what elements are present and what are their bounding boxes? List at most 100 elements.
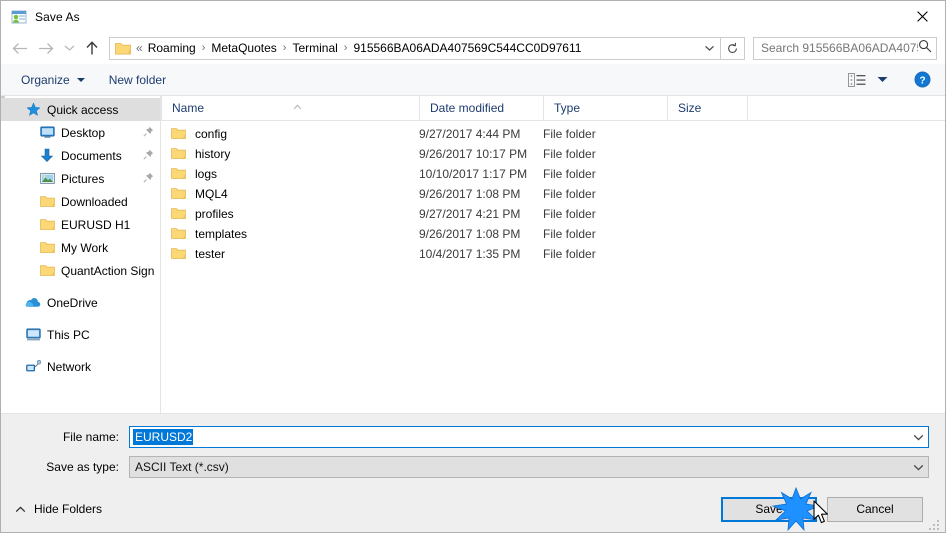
forward-button[interactable]	[33, 36, 59, 60]
file-name-cell: templates	[161, 227, 419, 241]
pin-icon[interactable]	[143, 172, 154, 186]
file-date: 10/4/2017 1:35 PM	[419, 247, 521, 261]
column-header-type[interactable]: Type	[543, 96, 667, 120]
resize-grip[interactable]	[929, 517, 941, 530]
chevron-down-icon[interactable]	[908, 464, 928, 471]
sidebar-item-label: Network	[47, 359, 92, 374]
recent-locations-button[interactable]	[59, 36, 79, 60]
sidebar-item-my-work[interactable]: My Work	[1, 236, 160, 259]
breadcrumb-separator: ›	[282, 42, 287, 54]
sidebar-item-label: EURUSD H1	[61, 217, 131, 232]
search-box[interactable]: Search 915566BA06ADA40756...	[753, 36, 937, 60]
file-name: templates	[195, 227, 248, 241]
file-date: 9/27/2017 4:44 PM	[419, 127, 521, 141]
breadcrumb-overflow[interactable]: «	[136, 41, 146, 55]
close-button[interactable]	[899, 1, 945, 31]
sidebar-item-eurusd-h1[interactable]: EURUSD H1	[1, 213, 160, 236]
file-date: 9/26/2017 1:08 PM	[419, 187, 521, 201]
chevron-down-icon[interactable]	[698, 38, 720, 59]
sidebar-item-quick-access[interactable]: Quick access	[1, 98, 160, 121]
filetype-value: ASCII Text (*.csv)	[135, 460, 229, 474]
breadcrumb-item-terminal[interactable]: Terminal	[290, 41, 339, 55]
column-header-date-modified[interactable]: Date modified	[419, 96, 543, 120]
table-row[interactable]: templates 9/26/2017 1:08 PM File folder	[161, 224, 945, 244]
folder-icon	[39, 263, 55, 279]
sidebar-item-this-pc[interactable]: This PC	[1, 323, 160, 346]
sidebar-item-network[interactable]: Network	[1, 355, 160, 378]
filename-row: File name: EURUSD2	[17, 426, 929, 448]
table-row[interactable]: profiles 9/27/2017 4:21 PM File folder	[161, 204, 945, 224]
star-icon	[25, 102, 41, 118]
sidebar-item-label: OneDrive	[47, 295, 98, 310]
chevron-down-icon[interactable]	[873, 69, 891, 91]
save-button[interactable]: Save	[721, 496, 817, 522]
table-row[interactable]: config 9/27/2017 4:44 PM File folder	[161, 124, 945, 144]
file-name-cell: tester	[161, 247, 419, 261]
column-header-size[interactable]: Size	[667, 96, 747, 120]
refresh-button[interactable]	[721, 36, 745, 60]
breadcrumb-separator: ›	[343, 42, 348, 54]
table-row[interactable]: MQL4 9/26/2017 1:08 PM File folder	[161, 184, 945, 204]
breadcrumb-item-instance[interactable]: 915566BA06ADA407569C544CC0D97611	[351, 41, 583, 55]
file-type: File folder	[543, 247, 596, 261]
column-header-name[interactable]: Name	[161, 96, 419, 120]
sidebar-item-downloaded[interactable]: Downloaded	[1, 190, 160, 213]
table-row[interactable]: logs 10/10/2017 1:17 PM File folder	[161, 164, 945, 184]
thispc-icon	[25, 327, 41, 343]
onedrive-icon	[25, 295, 41, 311]
up-button[interactable]	[79, 36, 105, 60]
sidebar-item-pictures[interactable]: Pictures	[1, 167, 160, 190]
breadcrumb: « Roaming › MetaQuotes › Terminal › 9155…	[136, 41, 698, 55]
file-name: tester	[195, 247, 226, 261]
hide-folders-button[interactable]: Hide Folders	[11, 502, 102, 516]
navigation-sidebar[interactable]: Quick access Desktop Documents Pictures …	[1, 96, 161, 413]
toolbar: Organize New folder ?	[1, 64, 945, 96]
view-options-icon[interactable]	[843, 69, 871, 91]
dialog-footer: Hide Folders Save Cancel	[1, 486, 945, 532]
file-type: File folder	[543, 227, 596, 241]
table-row[interactable]: tester 10/4/2017 1:35 PM File folder	[161, 244, 945, 264]
file-name-cell: history	[161, 147, 419, 161]
file-name-cell: MQL4	[161, 187, 419, 201]
app-icon	[11, 9, 27, 25]
folder-icon	[39, 194, 55, 210]
address-bar[interactable]: « Roaming › MetaQuotes › Terminal › 9155…	[109, 36, 721, 60]
file-type: File folder	[543, 127, 596, 141]
breadcrumb-item-metaquotes[interactable]: MetaQuotes	[209, 41, 278, 55]
filename-value[interactable]: EURUSD2	[133, 429, 194, 445]
sidebar-item-documents[interactable]: Documents	[1, 144, 160, 167]
folder-icon	[171, 187, 187, 201]
file-rows: config 9/27/2017 4:44 PM File folder his…	[161, 121, 945, 413]
sidebar-item-quantaction-signal[interactable]: QuantAction Signal	[1, 259, 160, 282]
filetype-select[interactable]: ASCII Text (*.csv)	[129, 456, 929, 478]
cancel-button[interactable]: Cancel	[827, 496, 923, 522]
sidebar-item-label: QuantAction Signal	[61, 263, 154, 278]
address-bar-row: « Roaming › MetaQuotes › Terminal › 9155…	[1, 32, 945, 64]
toolbar-right-group: ?	[843, 68, 937, 92]
new-folder-button[interactable]: New folder	[103, 68, 172, 92]
back-button[interactable]	[7, 36, 33, 60]
folder-icon	[39, 240, 55, 256]
folder-icon	[115, 41, 131, 55]
folder-icon	[171, 127, 187, 141]
file-name-cell: profiles	[161, 207, 419, 221]
sidebar-item-desktop[interactable]: Desktop	[1, 121, 160, 144]
pin-icon[interactable]	[143, 149, 154, 163]
file-date: 9/26/2017 10:17 PM	[419, 147, 528, 161]
breadcrumb-item-roaming[interactable]: Roaming	[146, 41, 198, 55]
file-name: config	[195, 127, 228, 141]
table-row[interactable]: history 9/26/2017 10:17 PM File folder	[161, 144, 945, 164]
help-icon[interactable]: ?	[907, 68, 937, 92]
title-bar: Save As	[1, 1, 945, 32]
sidebar-item-label: This PC	[47, 327, 90, 342]
sidebar-item-onedrive[interactable]: OneDrive	[1, 291, 160, 314]
chevron-down-icon[interactable]	[908, 434, 928, 441]
folder-icon	[171, 227, 187, 241]
organize-button[interactable]: Organize	[15, 68, 91, 92]
svg-text:?: ?	[919, 75, 925, 86]
pin-icon[interactable]	[143, 126, 154, 140]
search-input[interactable]: Search 915566BA06ADA40756...	[761, 41, 918, 55]
filename-input[interactable]: EURUSD2	[129, 426, 929, 448]
